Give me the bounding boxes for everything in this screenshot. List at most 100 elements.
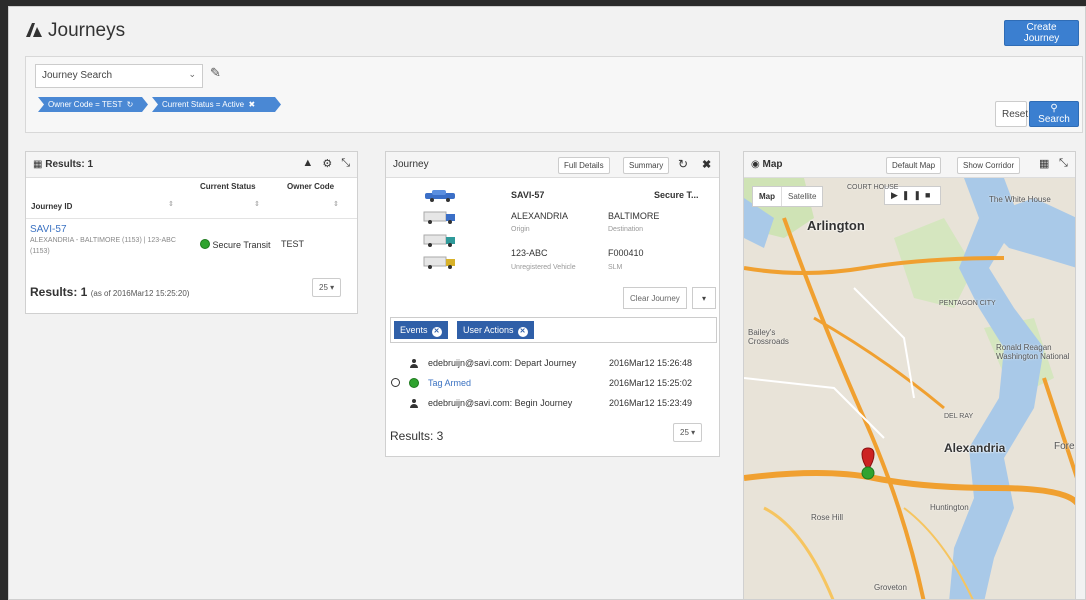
settings-icon[interactable]: ⚙ xyxy=(322,157,332,170)
list-item[interactable]: edebruijn@savi.com: Depart Journey 2016M… xyxy=(386,355,719,375)
status-text: Secure Transit xyxy=(212,240,271,250)
search-button[interactable]: ⚲ Search xyxy=(1029,101,1079,127)
map-panel: ◉ Map Default Map Show Corridor ▦ ⤡ Map … xyxy=(743,151,1076,599)
journey-origin-label: Origin xyxy=(511,226,530,233)
user-icon xyxy=(410,399,418,408)
list-item[interactable]: edebruijn@savi.com: Begin Journey 2016Ma… xyxy=(386,395,719,415)
map-canvas[interactable]: Map Satellite ▶❚❚■ Arlington Alexandria … xyxy=(744,178,1075,599)
stop-icon[interactable]: ■ xyxy=(925,190,934,200)
sort-icon[interactable]: ⇕ xyxy=(254,200,260,208)
full-details-button[interactable]: Full Details xyxy=(558,157,610,174)
event-link[interactable]: Tag Armed xyxy=(428,378,471,388)
table-icon[interactable]: ▦ xyxy=(1039,157,1049,170)
filter-chip-label: Owner Code = TEST xyxy=(48,100,123,109)
journey-vehicle: 123-ABC xyxy=(511,248,548,258)
page-title: Journeys xyxy=(26,20,125,42)
journeys-logo-icon xyxy=(26,21,42,42)
column-header-owner-code[interactable]: Owner Code xyxy=(287,182,334,191)
truck-icon xyxy=(423,211,455,224)
expand-icon[interactable]: ⤡ xyxy=(341,157,350,170)
column-header-current-status[interactable]: Current Status xyxy=(200,182,256,191)
play-icon[interactable]: ▶ xyxy=(891,190,902,200)
bell-icon[interactable]: ▲ xyxy=(302,157,313,170)
list-item[interactable]: Tag Armed 2016Mar12 15:25:02 xyxy=(386,375,719,395)
map-label: Alexandria xyxy=(944,441,1006,455)
journey-id: SAVI-57 xyxy=(511,190,545,200)
journey-status: Secure T... xyxy=(654,190,699,200)
globe-icon: ◉ xyxy=(751,159,760,170)
map-label: COURT HOUSE xyxy=(847,184,899,191)
sort-icon[interactable]: ⇕ xyxy=(333,200,339,208)
journey-origin: ALEXANDRIA xyxy=(511,211,569,221)
event-time: 2016Mar12 15:23:49 xyxy=(609,398,693,408)
tab-user-actions-label: User Actions xyxy=(463,325,514,335)
reset-button[interactable]: Reset xyxy=(995,101,1028,127)
close-icon[interactable]: ✖ xyxy=(246,100,255,109)
truck-icon xyxy=(423,256,455,269)
pencil-icon[interactable]: ✎ xyxy=(210,65,221,81)
map-panel-header: ◉ Map Default Map Show Corridor ▦ ⤡ xyxy=(744,152,1075,178)
summary-button[interactable]: Summary xyxy=(623,157,670,174)
car-icon xyxy=(425,190,455,202)
clear-journey-button[interactable]: Clear Journey xyxy=(623,287,687,309)
column-header-journey-id[interactable]: Journey ID xyxy=(31,202,72,211)
map-panel-title: Map xyxy=(762,159,783,170)
default-map-button[interactable]: Default Map xyxy=(886,157,942,174)
clear-journey-dropdown[interactable]: ▾ xyxy=(692,287,716,309)
map-label: Fores xyxy=(1054,441,1075,452)
status-dot-icon xyxy=(200,239,210,249)
results-footer: Results: 1 (as of 2016Mar12 15:25:20) xyxy=(30,285,189,299)
results-panel: ▦ Results: 1 ▲ ⚙ ⤡ Journey ID ⇕ Current … xyxy=(25,151,358,314)
map-label: Arlington xyxy=(807,218,865,233)
journey-destination: BALTIMORE xyxy=(608,211,660,221)
map-label: The White House xyxy=(989,195,1051,204)
event-time: 2016Mar12 15:25:02 xyxy=(609,378,693,388)
journey-vehicle-label: Unregistered Vehicle xyxy=(511,264,576,271)
journey-results-count: Results: 3 xyxy=(390,429,444,443)
event-time: 2016Mar12 15:26:48 xyxy=(609,358,693,368)
journey-panel-header: Journey Full Details Summary ↻ ✖ xyxy=(386,152,719,178)
tab-user-actions[interactable]: User Actions ✕ xyxy=(457,321,534,339)
journey-panel: Journey Full Details Summary ↻ ✖ SAVI-57… xyxy=(385,151,720,457)
results-panel-title: Results: 1 xyxy=(45,159,94,170)
map-label: Groveton xyxy=(874,583,907,592)
journey-search-select[interactable]: Journey Search ⌄ xyxy=(35,64,203,88)
results-timestamp: (as of 2016Mar12 15:25:20) xyxy=(90,289,190,298)
map-label: DEL RAY xyxy=(944,413,974,420)
map-type-satellite-button[interactable]: Satellite xyxy=(781,187,822,206)
journey-route: ALEXANDRIA - BALTIMORE (1153) | 123-ABC … xyxy=(30,237,176,255)
radio-icon[interactable] xyxy=(391,378,400,387)
owner-code-cell: TEST xyxy=(281,239,305,249)
chevron-down-icon: ▾ xyxy=(701,294,706,303)
filter-chip-current-status[interactable]: Current Status = Active ✖ xyxy=(152,97,281,112)
refresh-icon[interactable]: ↻ xyxy=(678,157,688,171)
map-label: Huntington xyxy=(930,503,969,512)
sort-icon[interactable]: ⇕ xyxy=(168,200,174,208)
chevron-down-icon: ▾ xyxy=(691,428,696,437)
pause-icon[interactable]: ❚❚ xyxy=(902,190,925,200)
search-icon: ⚲ xyxy=(1050,103,1058,114)
journey-slm-label: SLM xyxy=(608,264,623,271)
results-count: Results: 1 xyxy=(30,285,88,299)
results-panel-header: ▦ Results: 1 ▲ ⚙ ⤡ xyxy=(26,152,357,178)
chevron-down-icon: ▾ xyxy=(330,283,335,292)
map-image xyxy=(744,178,1075,599)
show-corridor-button[interactable]: Show Corridor xyxy=(957,157,1021,174)
page-size-select[interactable]: 25 ▾ xyxy=(312,278,342,297)
journey-destination-label: Destination xyxy=(608,226,644,233)
journey-id-link[interactable]: SAVI-57 xyxy=(30,224,67,235)
status-dot-icon xyxy=(409,378,419,388)
page-size-value: 25 xyxy=(319,283,328,292)
create-journey-button[interactable]: Create Journey xyxy=(1004,20,1079,46)
filter-chip-owner-code[interactable]: Owner Code = TEST ↻ xyxy=(38,97,148,112)
close-icon[interactable]: ✕ xyxy=(517,327,528,337)
table-row[interactable]: SAVI-57 ALEXANDRIA - BALTIMORE (1153) | … xyxy=(26,218,357,268)
tab-events[interactable]: Events ✕ xyxy=(394,321,448,339)
close-icon[interactable]: ✕ xyxy=(431,327,442,337)
journey-search-select-value: Journey Search xyxy=(42,70,113,81)
page-size-select[interactable]: 25 ▾ xyxy=(673,423,703,442)
close-icon[interactable]: ✖ xyxy=(702,158,711,171)
map-type-map-button[interactable]: Map xyxy=(753,187,781,206)
refresh-icon[interactable]: ↻ xyxy=(124,100,133,109)
expand-icon[interactable]: ⤡ xyxy=(1059,157,1068,170)
